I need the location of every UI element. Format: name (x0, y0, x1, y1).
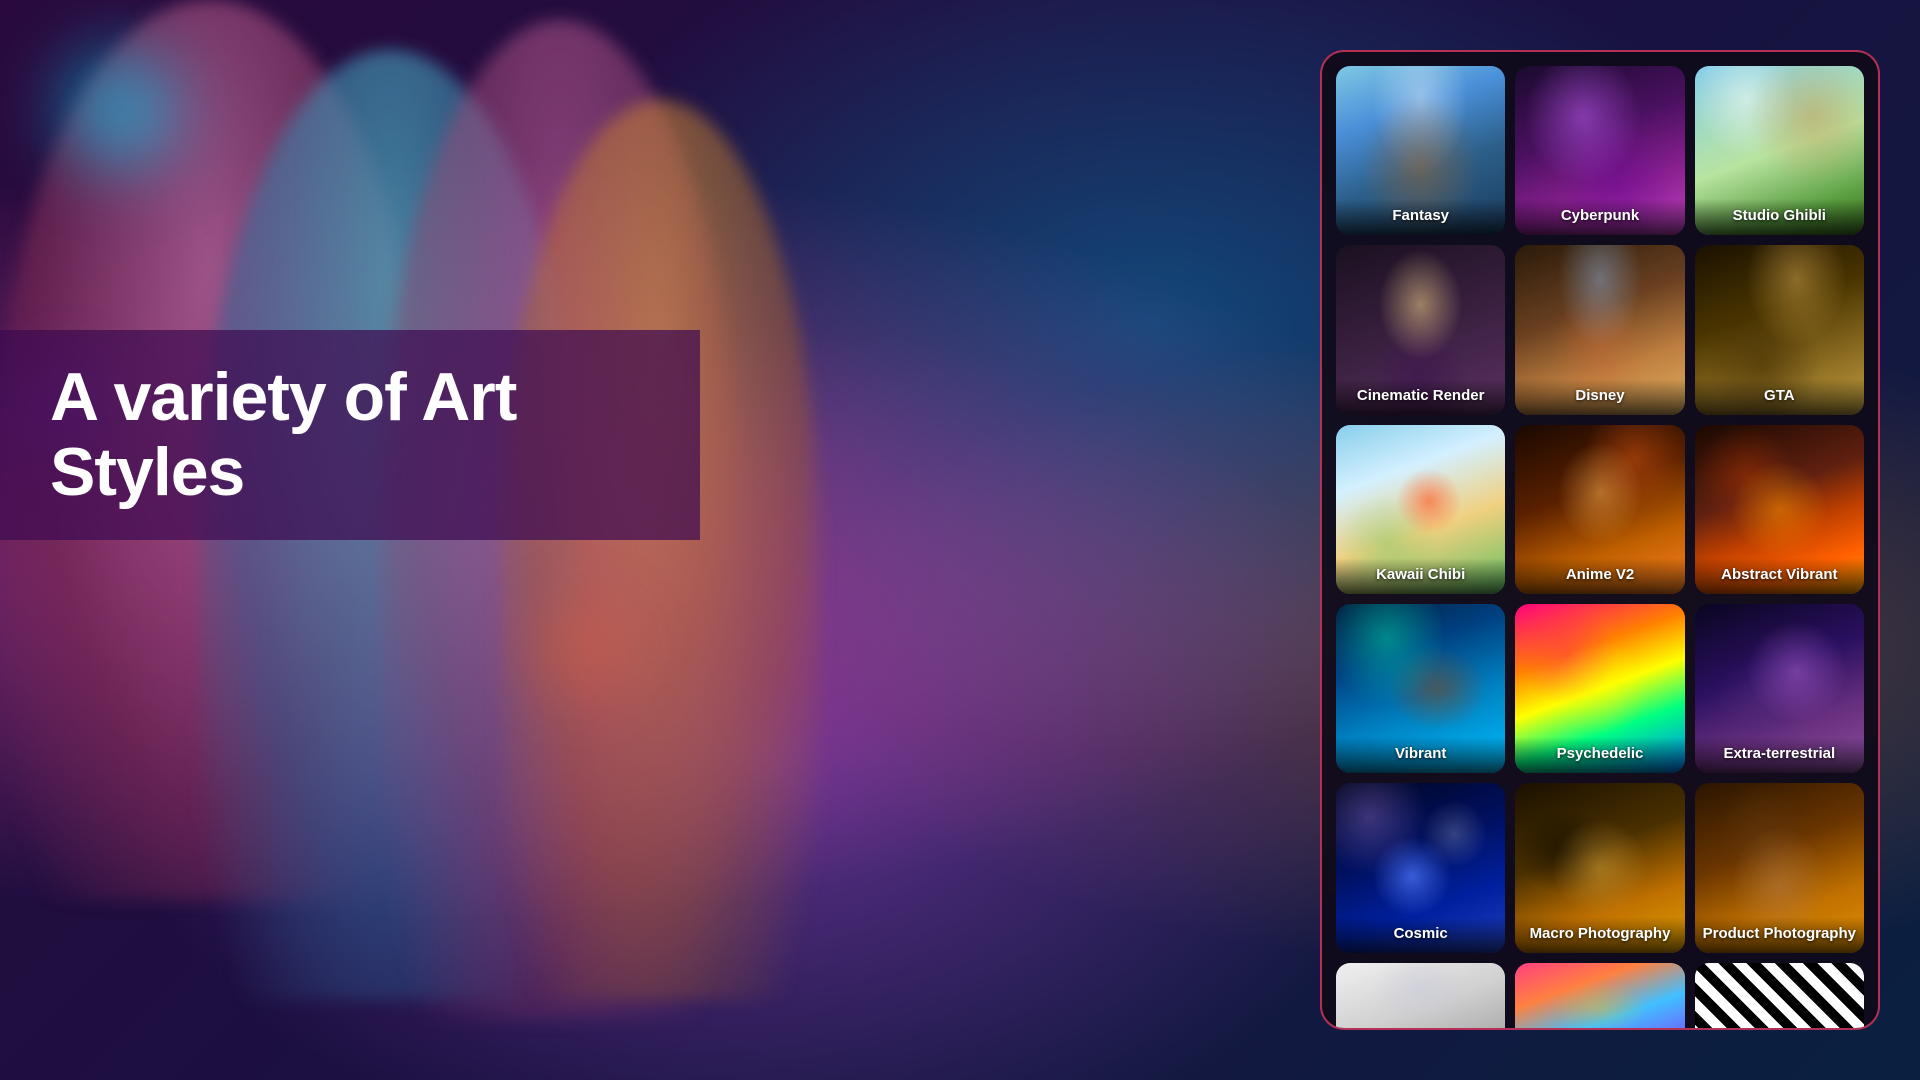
art-card-cosmic[interactable]: Cosmic (1336, 783, 1505, 952)
art-card-wavy[interactable] (1695, 963, 1864, 1030)
art-card-colorful-pattern[interactable] (1515, 963, 1684, 1030)
art-grid: Fantasy Cyberpunk Studio Ghibli Cinemati… (1336, 66, 1864, 953)
art-styles-panel: Fantasy Cyberpunk Studio Ghibli Cinemati… (1320, 50, 1880, 1030)
person-silhouette-4 (500, 100, 820, 1000)
art-card-anime-v2[interactable]: Anime V2 (1515, 425, 1684, 594)
page-title: A variety of Art Styles (50, 360, 650, 510)
card-label-alien: Extra-terrestrial (1695, 737, 1864, 773)
color-blob-1 (30, 20, 210, 200)
card-label-vibrant: Vibrant (1336, 737, 1505, 773)
partial-row (1336, 963, 1864, 1030)
card-label-product: Product Photography (1695, 917, 1864, 953)
art-card-macro-photography[interactable]: Macro Photography (1515, 783, 1684, 952)
art-card-room[interactable] (1336, 963, 1505, 1030)
heading-container: A variety of Art Styles (0, 330, 700, 540)
card-label-disney: Disney (1515, 379, 1684, 415)
card-label-gta: GTA (1695, 379, 1864, 415)
card-label-ghibli: Studio Ghibli (1695, 199, 1864, 235)
card-label-abstract: Abstract Vibrant (1695, 558, 1864, 594)
card-label-anime: Anime V2 (1515, 558, 1684, 594)
art-card-vibrant[interactable]: Vibrant (1336, 604, 1505, 773)
art-card-abstract-vibrant[interactable]: Abstract Vibrant (1695, 425, 1864, 594)
art-card-disney[interactable]: Disney (1515, 245, 1684, 414)
art-card-kawaii-chibi[interactable]: Kawaii Chibi (1336, 425, 1505, 594)
art-card-product-photography[interactable]: Product Photography (1695, 783, 1864, 952)
art-card-cinematic-render[interactable]: Cinematic Render (1336, 245, 1505, 414)
card-label-cyberpunk: Cyberpunk (1515, 199, 1684, 235)
art-card-psychedelic[interactable]: Psychedelic (1515, 604, 1684, 773)
color-blob-3 (500, 600, 660, 700)
art-card-extra-terrestrial[interactable]: Extra-terrestrial (1695, 604, 1864, 773)
card-label-cosmic: Cosmic (1336, 917, 1505, 953)
art-card-studio-ghibli[interactable]: Studio Ghibli (1695, 66, 1864, 235)
card-label-cinematic: Cinematic Render (1336, 379, 1505, 415)
card-label-fantasy: Fantasy (1336, 199, 1505, 235)
art-card-fantasy[interactable]: Fantasy (1336, 66, 1505, 235)
art-card-cyberpunk[interactable]: Cyberpunk (1515, 66, 1684, 235)
art-card-gta[interactable]: GTA (1695, 245, 1864, 414)
card-label-macro: Macro Photography (1515, 917, 1684, 953)
card-label-kawaii: Kawaii Chibi (1336, 558, 1505, 594)
card-label-psychedelic: Psychedelic (1515, 737, 1684, 773)
